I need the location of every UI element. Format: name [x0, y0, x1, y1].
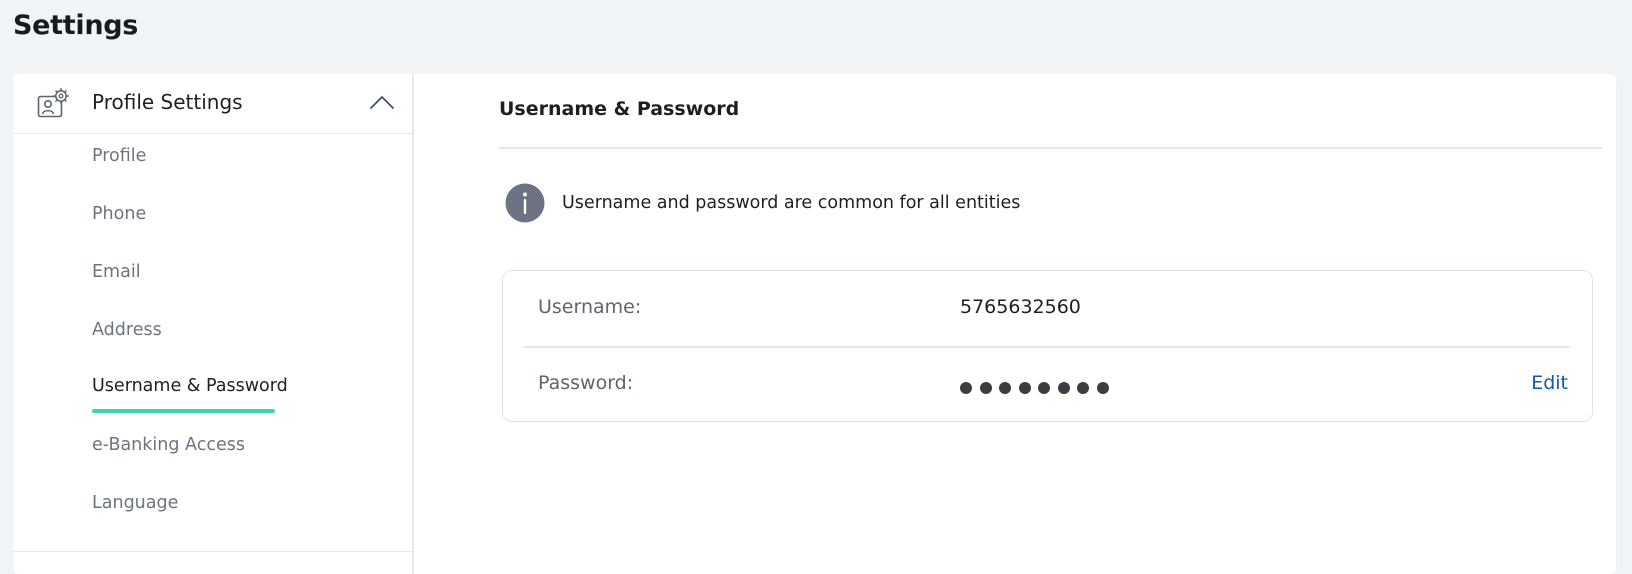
password-mask-dot — [960, 382, 972, 394]
sidebar-divider — [13, 551, 412, 552]
edit-password-link[interactable]: Edit — [1531, 369, 1568, 397]
password-mask-dot — [1077, 382, 1089, 394]
sidebar-item-profile[interactable]: Profile — [92, 143, 146, 169]
section-divider — [499, 147, 1602, 149]
section-title: Username & Password — [499, 98, 740, 120]
credentials-divider — [524, 346, 1570, 348]
username-value: 5765632560 — [960, 296, 1081, 318]
username-label: Username: — [538, 296, 642, 318]
sidebar-item-username-password[interactable]: Username & Password — [92, 373, 288, 399]
password-mask-dot — [1057, 382, 1070, 394]
profile-settings-accordion-header[interactable]: Profile Settings — [13, 74, 412, 134]
sidebar-item-phone[interactable]: Phone — [92, 201, 146, 227]
info-icon — [505, 183, 545, 223]
password-mask-dot — [999, 382, 1011, 394]
password-mask-dot — [1096, 382, 1109, 394]
page-title: Settings — [13, 10, 139, 41]
password-mask-dot — [979, 382, 992, 394]
profile-settings-label: Profile Settings — [92, 90, 243, 114]
password-masked-value — [960, 382, 1109, 396]
profile-settings-icon — [37, 88, 71, 120]
settings-panel: Profile Settings Profile Phone Email Add… — [13, 74, 1616, 574]
sidebar-item-address[interactable]: Address — [92, 317, 162, 343]
sidebar-item-email[interactable]: Email — [92, 259, 141, 285]
chevron-up-icon[interactable] — [369, 92, 395, 114]
sidebar-item-e-banking-access[interactable]: e-Banking Access — [92, 432, 245, 458]
password-mask-dot — [1038, 382, 1050, 394]
sidebar-item-language[interactable]: Language — [92, 490, 178, 516]
username-password-section: Username & Password Username and passwor… — [414, 74, 1616, 574]
active-tab-indicator — [92, 409, 275, 413]
credentials-card: Username: 5765632560 Password: Edit — [502, 270, 1593, 422]
password-mask-dot — [1018, 382, 1031, 394]
info-message: Username and password are common for all… — [562, 193, 1021, 213]
settings-sidebar: Profile Settings Profile Phone Email Add… — [13, 74, 414, 574]
password-label: Password: — [538, 372, 634, 394]
